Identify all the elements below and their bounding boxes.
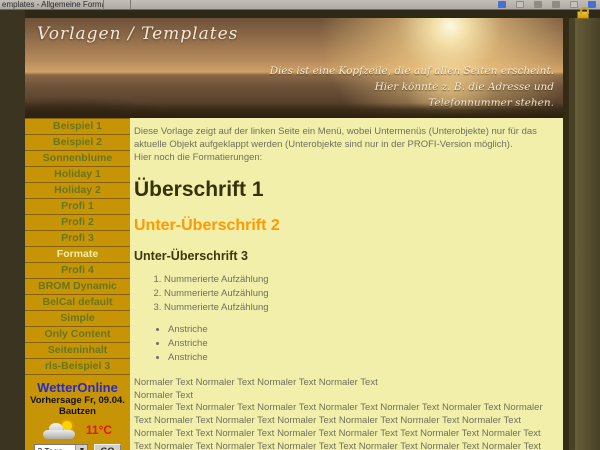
sidebar-item-rls-beispiel-3[interactable]: rls-Beispiel 3 (25, 359, 130, 375)
forecast-range-select[interactable]: 3 Tage ▼ (34, 444, 88, 450)
minimize-icon[interactable] (534, 1, 542, 8)
page-icon[interactable] (570, 1, 578, 8)
bullet-list-item: Anstriche (168, 338, 553, 351)
sidebar-item-profi-4[interactable]: Profi 4 (25, 263, 130, 279)
header-image: Vorlagen / Templates Dies ist eine Kopfz… (25, 18, 563, 118)
normal-text-paragraph: Normaler Text Normaler Text Normaler Tex… (134, 377, 553, 403)
right-background (575, 18, 600, 450)
numbered-list-item: Nummerierte Aufzählung (164, 302, 553, 315)
sidebar-item-simple[interactable]: Simple (25, 311, 130, 327)
numbered-list: Nummerierte Aufzählung Nummerierte Aufzä… (150, 274, 553, 314)
heading-2: Unter-Überschrift 2 (134, 217, 553, 235)
dune-grass (25, 103, 563, 118)
normal-text-line: Normaler Text Normaler Text Normaler Tex… (134, 377, 553, 390)
wetteronline-logo[interactable]: WetterOnline (25, 381, 130, 395)
tagline-line: Hier könnte z. B. die Adresse und (270, 80, 554, 96)
sidebar-item-sonnenblume[interactable]: Sonnenblume (25, 151, 130, 167)
sidebar-item-profi-1[interactable]: Profi 1 (25, 199, 130, 215)
sidebar-item-beispiel-1[interactable]: Beispiel 1 (25, 118, 130, 135)
left-background (0, 10, 25, 450)
sidebar-item-holiday-2[interactable]: Holiday 2 (25, 183, 130, 199)
browser-app-icon[interactable] (498, 1, 506, 8)
sidebar-item-formate[interactable]: Formate (25, 247, 130, 263)
forecast-date: Vorhersage Fr, 09.04. (25, 395, 130, 406)
bullet-list-item: Anstriche (168, 324, 553, 337)
sidebar-item-beispiel-2[interactable]: Beispiel 2 (25, 135, 130, 151)
browser-titlebar: emplates - Allgemeine Formate für Texte … (0, 0, 600, 10)
formats-intro: Hier noch die Formatierungen: (134, 152, 553, 165)
dark-top-band (0, 10, 600, 18)
browser-tab[interactable]: emplates - Allgemeine Formate für Texte … (0, 0, 104, 10)
menu-icon[interactable] (552, 1, 560, 8)
sidebar-item-seiteninhalt[interactable]: Seiteninhalt (25, 343, 130, 359)
logo-sun-o-icon: O (77, 381, 87, 395)
forecast-city: Bautzen (25, 406, 130, 417)
help-icon[interactable] (588, 1, 596, 8)
logo-text: nline (88, 380, 118, 395)
bullet-list-item: Anstriche (168, 352, 553, 365)
logo-text: Wetter (37, 380, 77, 395)
numbered-list-item: Nummerierte Aufzählung (164, 274, 553, 287)
go-button[interactable]: GO (94, 444, 120, 450)
cloud-sun-icon (43, 421, 77, 439)
sidebar-item-brom-dynamic[interactable]: BROM Dynamic (25, 279, 130, 295)
weather-widget: WetterOnline Vorhersage Fr, 09.04. Bautz… (25, 381, 130, 450)
bullet-list: Anstriche Anstriche Anstriche (156, 324, 553, 364)
sidebar-item-holiday-1[interactable]: Holiday 1 (25, 167, 130, 183)
temperature-value: 11°C (86, 423, 112, 437)
intro-paragraph: Diese Vorlage zeigt auf der linken Seite… (134, 126, 553, 152)
lock-icon (577, 11, 589, 19)
browser-tab-divider (105, 0, 131, 10)
numbered-list-item: Nummerierte Aufzählung (164, 288, 553, 301)
sidebar-menu: Beispiel 1 Beispiel 2 Sonnenblume Holida… (25, 118, 130, 450)
page-container: Vorlagen / Templates Dies ist eine Kopfz… (25, 18, 569, 450)
site-title: Vorlagen / Templates (37, 24, 238, 44)
chevron-down-icon[interactable]: ▼ (75, 445, 87, 450)
sidebar-item-belcal-default[interactable]: BelCal default (25, 295, 130, 311)
heading-3: Unter-Überschrift 3 (134, 250, 553, 264)
tagline-line: Dies ist eine Kopfzeile, die auf allen S… (270, 64, 554, 80)
heading-1: Überschrift 1 (134, 178, 553, 201)
sidebar-item-profi-3[interactable]: Profi 3 (25, 231, 130, 247)
main-content: Diese Vorlage zeigt auf der linken Seite… (130, 118, 563, 450)
normal-text-line: Normaler Text (134, 390, 553, 403)
normal-text-block: Normaler Text Normaler Text Normaler Tex… (134, 402, 553, 450)
window-icon[interactable] (516, 1, 524, 8)
sidebar-item-profi-2[interactable]: Profi 2 (25, 215, 130, 231)
forecast-range-value: 3 Tage (37, 446, 62, 450)
sidebar-item-only-content[interactable]: Only Content (25, 327, 130, 343)
